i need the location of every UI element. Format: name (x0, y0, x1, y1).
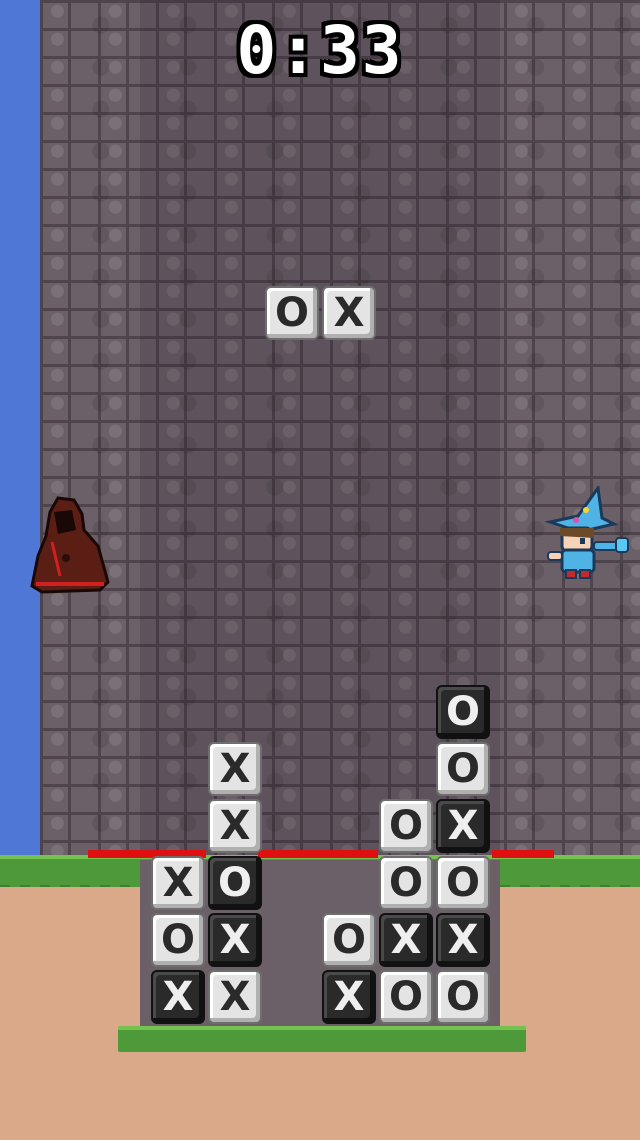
board-tile-x: X (151, 856, 205, 910)
limit-line-right (492, 850, 554, 858)
board-tile-x: X (322, 970, 376, 1024)
falling-tile-o: O (265, 286, 319, 340)
board-tile-o: O (208, 856, 262, 910)
falling-tile-x: X (322, 286, 376, 340)
board-tile-o: O (436, 685, 490, 739)
board-tile-o: O (379, 856, 433, 910)
board-tile-o: O (436, 970, 490, 1024)
wizard-sprite (544, 486, 629, 579)
board-tile-o: O (436, 742, 490, 796)
board-tile-x: X (208, 742, 262, 796)
board-tile-x: X (208, 799, 262, 853)
board-tile-x: X (208, 970, 262, 1024)
board-tile-o: O (436, 856, 490, 910)
countdown-timer: 0:33 (236, 12, 404, 89)
board-tile-x: X (379, 913, 433, 967)
board-tile-o: O (151, 913, 205, 967)
board-tile-x: X (208, 913, 262, 967)
board-tile-x: X (151, 970, 205, 1024)
board-tile-o: O (379, 799, 433, 853)
game-stage[interactable]: 0:33 OX XOXXXOXXXOOXOOOXOXOO (0, 0, 640, 1140)
board-tile-o: O (379, 970, 433, 1024)
pit-floor (118, 1026, 526, 1052)
limit-line-middle (258, 850, 378, 858)
hooded-figure-sprite (30, 496, 110, 594)
board-tile-o: O (322, 913, 376, 967)
board-tile-x: X (436, 913, 490, 967)
board-tile-x: X (436, 799, 490, 853)
